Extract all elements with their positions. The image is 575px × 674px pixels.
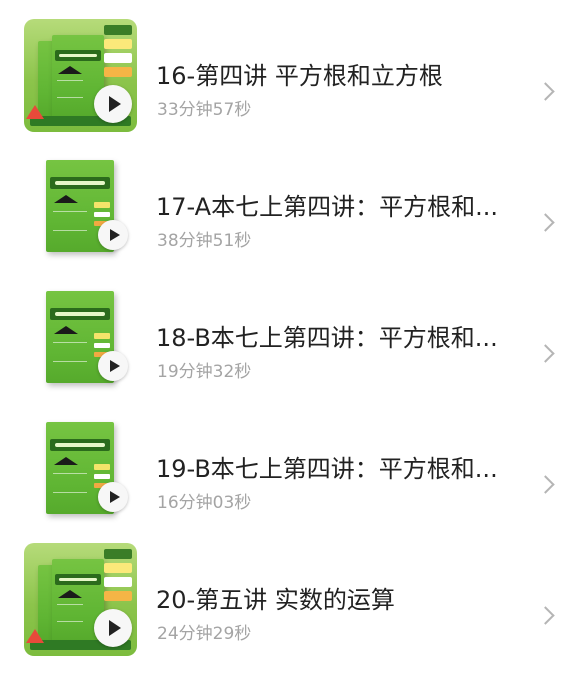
cover-tag [104,549,132,559]
lesson-duration: 33分钟57秒 [157,100,252,120]
lesson-duration: 19分钟32秒 [157,362,252,382]
play-icon[interactable] [98,351,128,381]
play-icon[interactable] [94,609,132,647]
cover-tag [104,67,132,77]
lesson-item[interactable]: 17-A本七上第四讲：平方根和... 38分钟51秒 [0,150,575,281]
chevron-right-icon[interactable] [536,213,555,232]
lesson-thumbnail [24,150,137,263]
cover-tag [104,563,132,573]
lesson-title: 20-第五讲 实数的运算 [156,586,395,614]
lesson-title: 19-B本七上第四讲：平方根和... [156,455,498,483]
lesson-item[interactable]: 18-B本七上第四讲：平方根和... 19分钟32秒 [0,281,575,412]
lesson-thumbnail [24,543,137,656]
lesson-title: 18-B本七上第四讲：平方根和... [156,324,498,352]
cover-tag [104,577,132,587]
lesson-duration: 16分钟03秒 [157,493,252,513]
lesson-thumbnail [24,19,137,132]
chevron-right-icon[interactable] [536,606,555,625]
cover-tag [104,39,132,49]
chevron-right-icon[interactable] [536,475,555,494]
star-icon [26,629,44,643]
chevron-right-icon[interactable] [536,82,555,101]
lesson-duration: 24分钟29秒 [157,624,252,644]
lesson-item[interactable]: 16-第四讲 平方根和立方根 33分钟57秒 [0,19,575,150]
lesson-thumbnail [24,281,137,394]
play-icon[interactable] [94,85,132,123]
lesson-title: 17-A本七上第四讲：平方根和... [156,193,498,221]
lesson-list: 16-第四讲 平方根和立方根 33分钟57秒 17-A本七上第四讲：平方根和..… [0,0,575,673]
lesson-thumbnail [24,412,137,525]
lesson-duration: 38分钟51秒 [157,231,252,251]
star-icon [26,105,44,119]
cover-tag [104,25,132,35]
chevron-right-icon[interactable] [536,344,555,363]
lesson-title: 16-第四讲 平方根和立方根 [156,62,443,90]
play-icon[interactable] [98,482,128,512]
play-icon[interactable] [98,220,128,250]
cover-tag [104,53,132,63]
cover-tag [104,591,132,601]
lesson-item[interactable]: 20-第五讲 实数的运算 24分钟29秒 [0,543,575,674]
lesson-item[interactable]: 19-B本七上第四讲：平方根和... 16分钟03秒 [0,412,575,543]
